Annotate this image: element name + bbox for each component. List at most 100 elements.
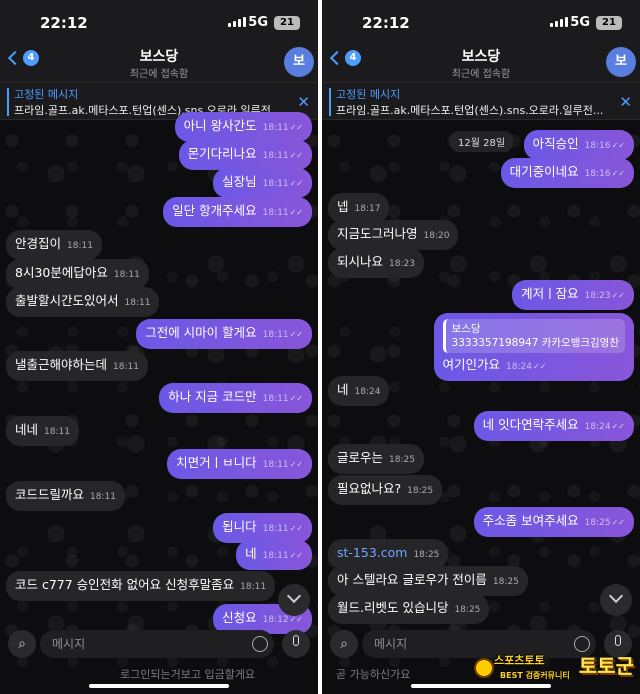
partial-message: 로그인되는거보고 입금할게요	[120, 668, 256, 681]
message-text: 지금도그러나영	[337, 226, 418, 241]
close-icon[interactable]: ✕	[297, 93, 310, 111]
incoming-message[interactable]: 필요없나요? 18:25	[328, 475, 443, 505]
status-bar: 22:12 5G 21	[0, 0, 318, 44]
chevron-down-icon	[286, 588, 302, 604]
outgoing-message[interactable]: 몬기다리나요 18:11✓✓	[178, 140, 312, 170]
outgoing-message[interactable]: 됩니다 18:11✓✓	[213, 513, 312, 543]
outgoing-message[interactable]: 대기중이네요 18:16✓✓	[500, 158, 634, 188]
scroll-down-button[interactable]	[600, 584, 632, 616]
avatar[interactable]: 보	[606, 47, 636, 77]
outgoing-message[interactable]: 하나 지금 코드만 18:11✓✓	[159, 383, 312, 413]
incoming-message[interactable]: 출발할시간도있어서 18:11	[6, 287, 160, 317]
message-text: 네네	[15, 422, 39, 437]
incoming-message[interactable]: 지금도그러나영 18:20	[328, 220, 459, 250]
scroll-down-button[interactable]	[278, 584, 310, 616]
avatar[interactable]: 보	[284, 47, 314, 77]
incoming-message[interactable]: 코드드릴까요 18:11	[6, 481, 125, 511]
message-time: 18:11	[113, 362, 139, 372]
incoming-message[interactable]: 넵 18:17	[328, 193, 390, 223]
outgoing-message[interactable]: 일단 항개주세요 18:11✓✓	[163, 197, 312, 227]
incoming-message[interactable]: 월드.리벳도 있습니당 18:25	[328, 594, 490, 624]
message-time: 18:11	[262, 460, 289, 470]
outgoing-message[interactable]: 실장님 18:11✓✓	[213, 168, 312, 198]
message-list: 아니 왕사간도 18:11✓✓ 몬기다리나요 18:11✓✓ 실장님 18:11✓✓ 일단 …	[0, 112, 318, 694]
pinned-message-bar[interactable]: 고정된 메시지 프라임.골프.ak.메타스포.턴업(센스).sns.오로라.일루…	[322, 82, 640, 120]
attach-icon[interactable]: ⌕	[330, 630, 358, 658]
message-time: 18:11	[262, 151, 289, 161]
message-time: 18:24	[584, 422, 611, 432]
message-text: 신청요	[222, 610, 257, 625]
reply-quote[interactable]: 보스당 3333357198947 카카오뱅크김영찬	[442, 319, 625, 353]
message-text: 출발할시간도있어서	[15, 293, 119, 308]
read-check-icon: ✓✓	[289, 460, 303, 469]
incoming-message[interactable]: st-153.com 18:25	[328, 539, 449, 569]
outgoing-message[interactable]: 아직승인 18:16✓✓	[523, 130, 634, 160]
close-icon[interactable]: ✕	[619, 93, 632, 111]
message-text: 아직승인	[532, 136, 579, 151]
incoming-message[interactable]: 네 18:24	[328, 376, 390, 406]
message-text: 대기중이네요	[509, 164, 579, 179]
incoming-message[interactable]: 코드 c777 승인전화 없어요 신청후말좀요 18:11	[6, 571, 276, 601]
network-label: 5G	[248, 15, 268, 30]
message-input[interactable]: 메시지	[40, 630, 274, 658]
chat-panel-left: 22:12 5G 21 4 보스당 최근에 접속함 보 고정된 메시지 프라임.…	[0, 0, 318, 694]
message-text: 여기인가요	[442, 357, 501, 372]
message-text: 네 잇다연락주세요	[482, 417, 579, 432]
chat-subtitle: 최근에 접속함	[129, 69, 189, 80]
message-text: 글로우는	[337, 450, 384, 465]
incoming-message[interactable]: 안경집이 18:11	[6, 230, 102, 260]
message-time: 18:25	[413, 550, 440, 560]
chat-title[interactable]: 보스당	[322, 46, 640, 66]
attach-icon[interactable]: ⌕	[8, 630, 36, 658]
message-text: 안경집이	[15, 236, 62, 251]
partial-message: 곧 가능하신가요	[336, 668, 411, 681]
incoming-message[interactable]: 글로우는 18:25	[328, 444, 424, 474]
watermark-line1: 스포츠토토	[494, 654, 545, 667]
message-text: 코드 c777 승인전화 없어요 신청후말좀요	[15, 577, 235, 592]
message-time: 18:11	[262, 123, 289, 133]
incoming-message[interactable]: 낼출근해야하는데 18:11	[6, 351, 148, 381]
chevron-down-icon	[608, 588, 624, 604]
outgoing-message[interactable]: 보스당 3333357198947 카카오뱅크김영찬 여기인가요 18:24✓✓	[433, 313, 634, 381]
outgoing-message[interactable]: 치면거ㅣㅂ니다 18:11✓✓	[167, 449, 312, 479]
message-text: 네	[337, 382, 349, 397]
incoming-message[interactable]: 아 스텔라요 글로우가 전이름 18:25	[328, 566, 528, 596]
reply-text: 3333357198947 카카오뱅크김영찬	[451, 337, 619, 349]
read-check-icon: ✓✓	[289, 615, 303, 624]
outgoing-message[interactable]: 그전에 시마이 할게요 18:11✓✓	[136, 319, 312, 349]
outgoing-message[interactable]: 네 잇다연락주세요 18:24✓✓	[473, 411, 634, 441]
message-list: 12월 28일 아직승인 18:16✓✓ 대기중이네요 18:16✓✓ 넵 18:17 지금…	[322, 120, 640, 694]
watermark-line2: BEST 검증커뮤니티	[500, 671, 570, 680]
chat-title[interactable]: 보스당	[0, 46, 318, 66]
message-time: 18:25	[492, 577, 519, 587]
outgoing-message[interactable]: 네 18:11✓✓	[236, 540, 312, 570]
read-check-icon: ✓✓	[289, 179, 303, 188]
incoming-message[interactable]: 되시나요 18:23	[328, 248, 424, 278]
message-text: 8시30분에답아요	[15, 265, 108, 280]
message-time: 18:11	[262, 551, 289, 561]
outgoing-message[interactable]: 주소좀 보여주세요 18:25✓✓	[473, 507, 634, 537]
message-time: 18:11	[262, 330, 289, 340]
read-check-icon: ✓✓	[611, 291, 625, 300]
pinned-text: 프라임.골프.ak.메타스포.턴업(센스).sns.오로라.일루전...	[336, 104, 604, 117]
input-bar: ⌕ 메시지	[0, 624, 318, 664]
message-text: 치면거ㅣㅂ니다	[176, 455, 257, 470]
read-check-icon: ✓✓	[289, 551, 303, 560]
outgoing-message[interactable]: 아니 왕사간도 18:11✓✓	[174, 112, 312, 142]
incoming-message[interactable]: 8시30분에답아요 18:11	[6, 259, 149, 289]
read-check-icon: ✓✓	[289, 330, 303, 339]
message-time: 18:25	[454, 605, 481, 615]
message-time: 18:24	[506, 362, 532, 372]
message-text: 그전에 시마이 할게요	[145, 325, 257, 340]
message-time: 18:11	[67, 241, 93, 251]
mic-icon	[293, 635, 299, 646]
message-time: 18:20	[423, 231, 450, 241]
mic-button[interactable]	[282, 630, 310, 658]
message-text: 코드드릴까요	[15, 487, 85, 502]
incoming-message[interactable]: 네네 18:11	[6, 416, 79, 446]
sticker-icon[interactable]	[252, 636, 268, 652]
message-time: 18:11	[124, 298, 151, 308]
status-time: 22:12	[40, 14, 88, 32]
message-text: 되시나요	[337, 254, 384, 269]
outgoing-message[interactable]: 계저ㅣ잠요 18:23✓✓	[512, 280, 634, 310]
